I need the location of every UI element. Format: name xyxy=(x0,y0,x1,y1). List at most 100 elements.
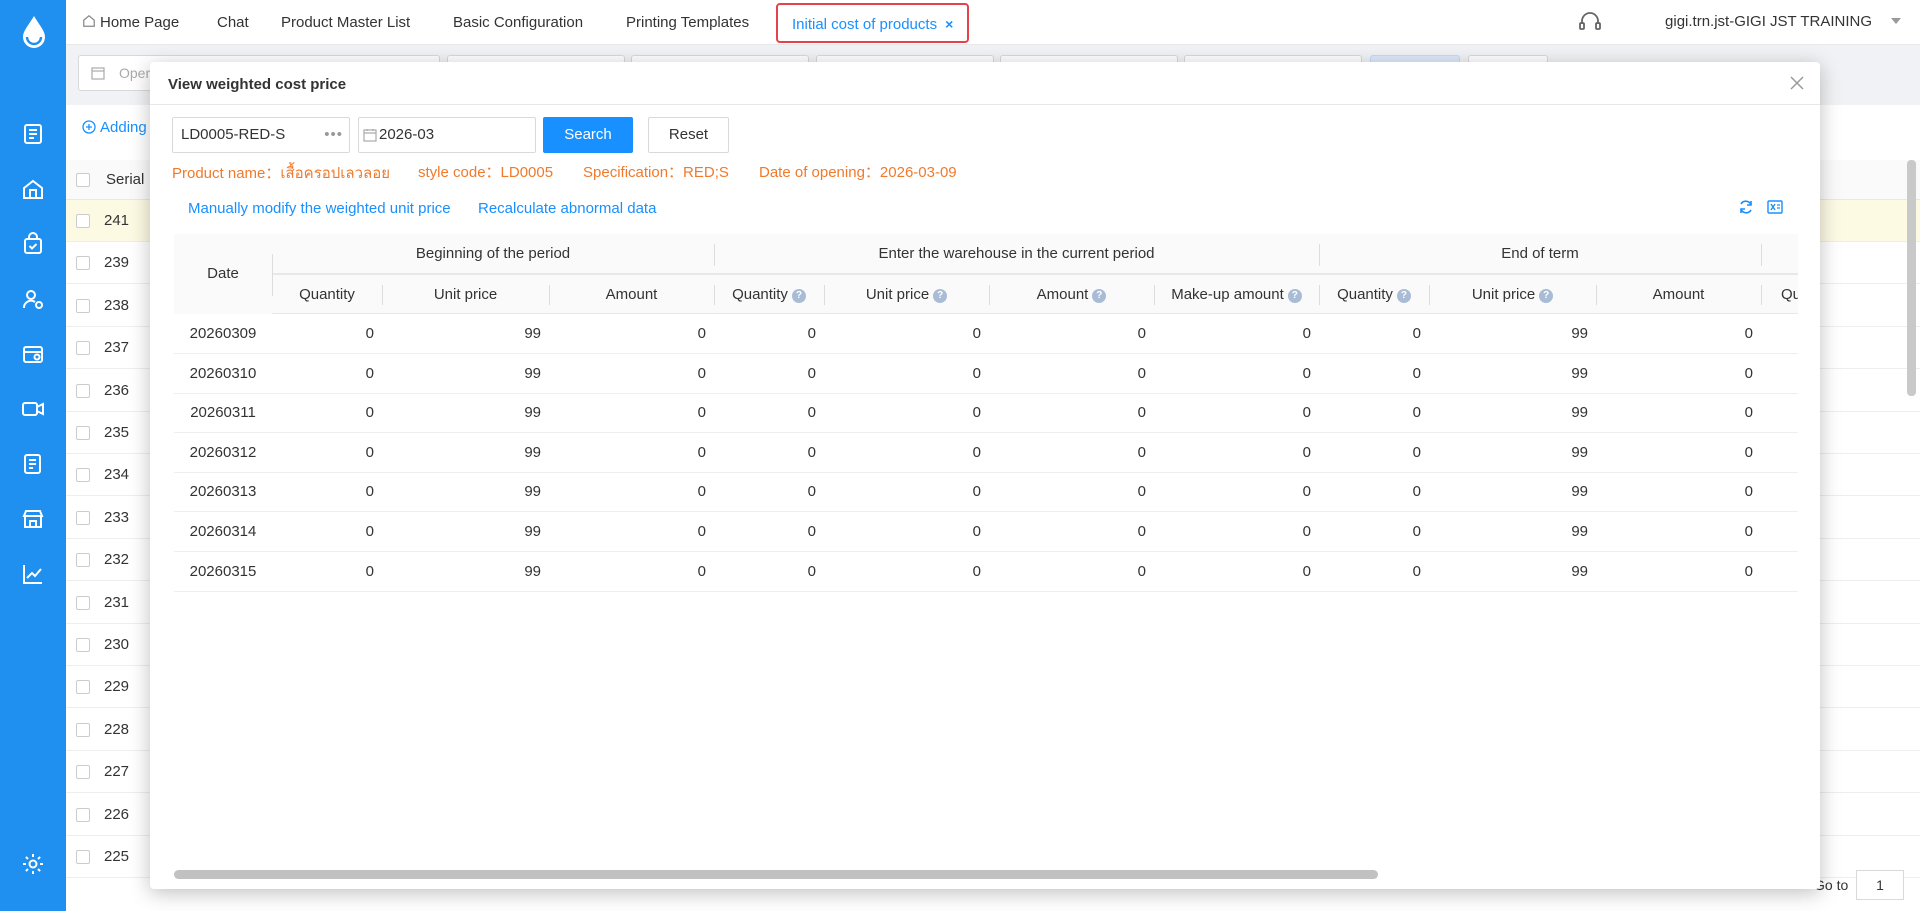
row-checkbox[interactable] xyxy=(76,638,90,652)
notes-edit-icon[interactable] xyxy=(21,452,45,476)
document-icon[interactable] xyxy=(21,122,45,146)
video-icon[interactable] xyxy=(21,397,45,421)
tab-product-master-list[interactable]: Product Master List xyxy=(281,0,410,45)
cell-in-quantity: 0 xyxy=(807,562,816,580)
shop-icon[interactable] xyxy=(21,507,45,531)
cell-end-amount: 0 xyxy=(1744,364,1753,382)
select-all-checkbox[interactable] xyxy=(76,173,90,187)
add-button[interactable]: Adding xyxy=(82,119,147,136)
cell-in-amount: 0 xyxy=(1137,364,1146,382)
cell-begin-quantity: 0 xyxy=(365,325,374,342)
help-question-icon[interactable]: ? xyxy=(791,289,806,303)
row-checkbox[interactable] xyxy=(76,468,90,483)
period-picker[interactable]: 2026-03 xyxy=(358,117,536,153)
tab-home-page[interactable]: Home Page xyxy=(82,0,179,45)
chevron-down-icon[interactable] xyxy=(1890,14,1902,26)
refresh-icon[interactable] xyxy=(1737,198,1755,216)
help-question-icon[interactable]: ? xyxy=(1539,289,1554,303)
header-separator xyxy=(1761,285,1762,305)
row-checkbox[interactable] xyxy=(76,680,90,695)
row-checkbox[interactable] xyxy=(76,298,90,313)
table-row[interactable]: 20260312 0 99 0 0 0 0 0 0 99 0 xyxy=(174,433,1798,473)
cell-in-quantity: 0 xyxy=(807,523,816,540)
plus-circle-icon xyxy=(82,120,96,134)
cell-in-quantity: 0 xyxy=(807,443,816,461)
row-checkbox[interactable] xyxy=(76,807,90,822)
help-question-icon[interactable]: ? xyxy=(1092,289,1107,303)
row-checkbox[interactable] xyxy=(76,426,90,440)
cell-end-amount: 0 xyxy=(1744,325,1753,342)
col-begin-unit-price: Unit price xyxy=(433,286,498,303)
cell-begin-amount: 0 xyxy=(697,325,706,342)
table-row[interactable]: 20260310 0 99 0 0 0 0 0 0 99 0 xyxy=(174,354,1798,394)
cell-end-amount: 0 xyxy=(1744,404,1753,422)
row-checkbox[interactable] xyxy=(76,595,90,610)
row-checkbox[interactable] xyxy=(76,722,90,737)
weighted-cost-modal: View weighted cost price LD0005-RED-S ••… xyxy=(150,62,1820,889)
search-button[interactable]: Search xyxy=(543,117,633,153)
gear-icon[interactable] xyxy=(21,852,45,876)
header-separator xyxy=(714,244,715,266)
row-checkbox[interactable] xyxy=(76,765,90,780)
column-serial: Serial xyxy=(106,171,145,188)
table-horizontal-scrollbar[interactable] xyxy=(174,870,1378,879)
tab-printing-templates[interactable]: Printing Templates xyxy=(626,0,749,45)
page-scrollbar[interactable] xyxy=(1907,160,1916,396)
recalculate-link[interactable]: Recalculate abnormal data xyxy=(478,200,656,217)
table-row[interactable]: 20260311 0 99 0 0 0 0 0 0 99 0 xyxy=(174,393,1798,434)
user-account-name[interactable]: gigi.trn.jst-GIGI JST TRAINING xyxy=(1665,0,1872,44)
sidebar xyxy=(0,0,66,911)
product-code-input[interactable]: LD0005-RED-S ••• xyxy=(172,117,350,153)
goto-page-input[interactable]: 1 xyxy=(1856,870,1904,900)
cell-in-unit-price: 0 xyxy=(972,443,981,461)
cell-begin-unit-price: 99 xyxy=(524,404,541,422)
bag-check-icon[interactable] xyxy=(21,232,45,256)
tab-basic-configuration[interactable]: Basic Configuration xyxy=(453,0,583,45)
table-group-header: Beginning of the period Enter the wareho… xyxy=(174,234,1798,274)
row-serial: 228 xyxy=(104,720,130,738)
tab-close-icon[interactable]: × xyxy=(945,16,953,32)
cell-begin-amount: 0 xyxy=(697,483,706,501)
col-begin-amount: Amount xyxy=(605,286,658,303)
close-icon[interactable] xyxy=(1788,74,1806,92)
headset-support-icon[interactable] xyxy=(1578,11,1602,33)
style-code-info: style code：LD0005 xyxy=(418,164,554,181)
row-checkbox[interactable] xyxy=(76,850,90,864)
manual-modify-link[interactable]: Manually modify the weighted unit price xyxy=(188,200,451,217)
table-row[interactable]: 20260313 0 99 0 0 0 0 0 0 99 0 xyxy=(174,472,1798,513)
help-question-icon[interactable]: ? xyxy=(1287,289,1302,303)
tab-chat[interactable]: Chat xyxy=(217,0,249,45)
help-question-icon[interactable]: ? xyxy=(933,289,948,303)
help-question-icon[interactable]: ? xyxy=(1396,289,1411,303)
row-checkbox[interactable] xyxy=(76,214,90,228)
row-serial: 237 xyxy=(104,339,130,357)
cell-in-unit-price: 0 xyxy=(972,404,981,422)
user-settings-icon[interactable] xyxy=(21,287,45,311)
logo-droplet-icon[interactable] xyxy=(19,14,49,50)
store-settings-icon[interactable] xyxy=(21,342,45,366)
table-row[interactable]: 20260309 0 99 0 0 0 0 0 0 99 0 xyxy=(174,314,1798,354)
cell-in-makeup-amount: 0 xyxy=(1302,364,1311,382)
reset-button[interactable]: Reset xyxy=(648,117,729,153)
row-serial: 225 xyxy=(104,848,130,865)
row-checkbox[interactable] xyxy=(76,341,90,356)
row-checkbox[interactable] xyxy=(76,553,90,568)
home-building-icon[interactable] xyxy=(21,177,45,201)
cell-end-amount: 0 xyxy=(1744,483,1753,501)
header-separator xyxy=(549,285,550,305)
row-checkbox[interactable] xyxy=(76,256,90,271)
table-row[interactable]: 20260315 0 99 0 0 0 0 0 0 99 0 xyxy=(174,552,1798,592)
cell-in-makeup-amount: 0 xyxy=(1302,325,1311,342)
export-excel-icon[interactable] xyxy=(1766,198,1784,216)
more-dots-icon[interactable]: ••• xyxy=(324,118,343,152)
col-in-amount: Amount? xyxy=(989,275,1154,315)
tab-initial-cost-of-products[interactable]: Initial cost of products × xyxy=(776,3,970,43)
table-row[interactable]: 20260314 0 99 0 0 0 0 0 0 99 0 xyxy=(174,512,1798,552)
row-checkbox[interactable] xyxy=(76,383,90,398)
cell-end-quantity: 0 xyxy=(1412,562,1421,580)
cell-end-unit-price: 99 xyxy=(1571,404,1588,422)
col-end-amount: Amount xyxy=(1652,286,1705,303)
trend-chart-icon[interactable] xyxy=(21,562,45,586)
col-truncated: Qu xyxy=(1780,286,1798,303)
row-checkbox[interactable] xyxy=(76,510,90,525)
